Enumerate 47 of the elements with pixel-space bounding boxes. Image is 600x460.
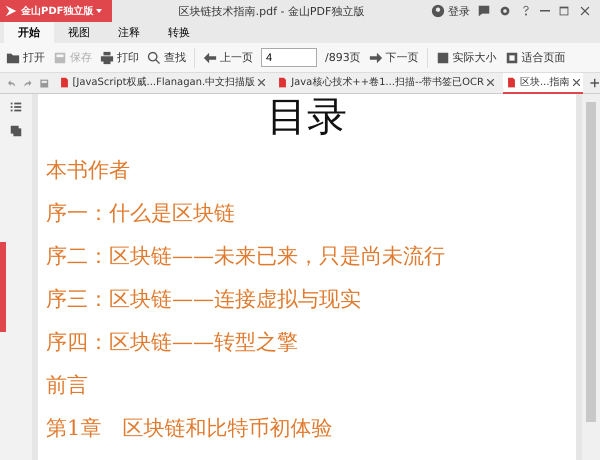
search-icon <box>147 50 161 64</box>
plus-icon <box>588 77 600 89</box>
fit-page-button[interactable]: 适合页面 <box>504 50 566 65</box>
actual-size-button[interactable]: 实际大小 <box>436 50 497 65</box>
printer-icon <box>100 50 114 64</box>
page-number-field[interactable]: 4 <box>261 48 317 67</box>
login-button[interactable]: 登录 <box>431 4 470 18</box>
toc-heading: 目录 <box>266 94 348 140</box>
caret-icon <box>96 9 102 13</box>
folder-icon <box>6 50 20 64</box>
document-tab[interactable]: Java核心技术++卷1...扫描--带书签已OCR <box>274 72 497 94</box>
save-icon <box>39 78 50 88</box>
close-icon <box>578 4 592 18</box>
open-button[interactable]: 打开 <box>6 50 45 65</box>
find-button[interactable]: 查找 <box>147 50 186 65</box>
panel-handle[interactable] <box>0 242 6 332</box>
logo-icon <box>4 4 18 18</box>
pdf-file-icon <box>277 76 288 88</box>
close-tab-icon[interactable] <box>258 78 266 86</box>
scrollbar-thumb[interactable] <box>586 102 596 422</box>
ribbon-tab[interactable]: 视图 <box>54 22 104 43</box>
left-arrow-icon <box>203 50 217 64</box>
print-button[interactable]: 打印 <box>100 50 139 65</box>
previous-page-button[interactable]: 上一页 <box>203 50 253 65</box>
pdf-file-icon <box>506 76 517 88</box>
close-tab-icon[interactable] <box>487 78 494 86</box>
maximize-icon <box>557 4 571 18</box>
app-menu-button[interactable]: 金山PDF独立版 <box>0 0 112 22</box>
next-page-button[interactable]: 下一页 <box>368 50 419 65</box>
window-title: 区块链技术指南.pdf - 金山PDF独立版 <box>178 4 366 18</box>
list-icon <box>9 100 23 114</box>
ribbon-tab[interactable]: 注释 <box>104 22 154 43</box>
undo-icon <box>6 78 16 88</box>
document-tab[interactable]: [JavaScript权威...Flanagan.中文扫描版 <box>56 72 268 94</box>
ribbon-tab[interactable]: 转换 <box>154 22 204 43</box>
ribbon-tab[interactable]: 开始 <box>4 22 54 43</box>
document-tab[interactable]: 区块...指南 <box>503 72 583 94</box>
right-arrow-icon <box>368 50 383 64</box>
save-icon <box>53 50 67 64</box>
pages-icon <box>9 124 23 138</box>
fit-page-icon <box>504 50 519 64</box>
page-total: /893页 <box>325 50 361 65</box>
pdf-file-icon <box>58 76 70 88</box>
close-tab-icon[interactable] <box>572 78 580 86</box>
redo-icon <box>22 78 33 88</box>
chat-icon <box>477 4 491 18</box>
minimize-icon[interactable] <box>540 10 550 12</box>
